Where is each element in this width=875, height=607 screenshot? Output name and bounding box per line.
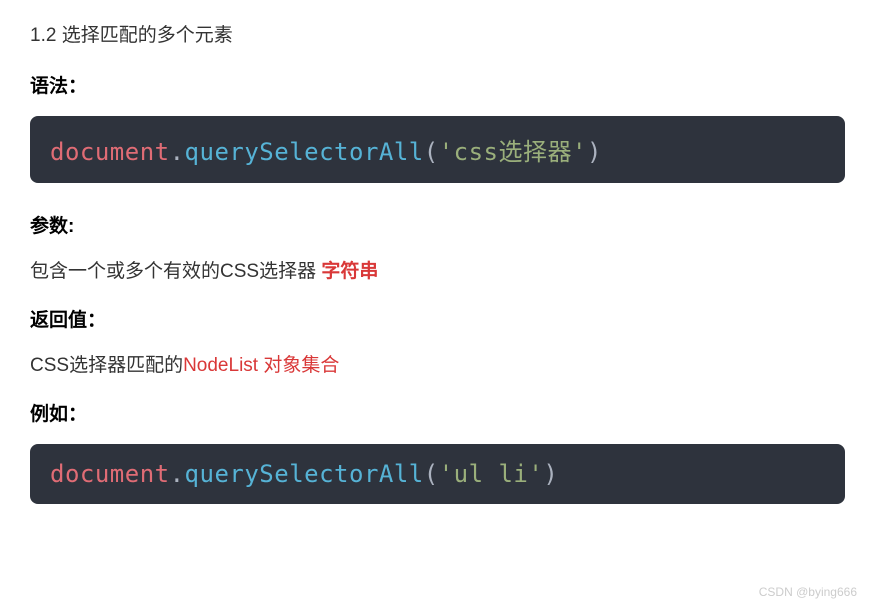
syntax-label: 语法：	[30, 71, 845, 98]
return-text: CSS选择器匹配的NodeList 对象集合	[30, 350, 845, 377]
code-token-string: 'css选择器'	[439, 138, 587, 166]
params-text-prefix: 包含一个或多个有效的CSS选择器	[30, 261, 321, 282]
code-token-dot: .	[170, 138, 185, 166]
params-label: 参数:	[30, 211, 845, 238]
params-text-highlight: 字符串	[321, 261, 378, 282]
code-token-close-paren: )	[587, 138, 602, 166]
params-text: 包含一个或多个有效的CSS选择器 字符串	[30, 256, 845, 283]
return-highlight: NodeList 对象集合	[183, 355, 339, 376]
return-prefix: CSS选择器匹配的	[30, 355, 183, 376]
code-block-example: document.querySelectorAll('ul li')	[30, 444, 845, 504]
code-block-syntax: document.querySelectorAll('css选择器')	[30, 116, 845, 183]
section-title: 1.2 选择匹配的多个元素	[30, 20, 845, 47]
example-label: 例如：	[30, 399, 845, 426]
return-label: 返回值：	[30, 305, 845, 332]
code-token-string: 'ul li'	[439, 460, 544, 488]
code-token-dot: .	[170, 460, 185, 488]
code-token-open-paren: (	[424, 138, 439, 166]
code-token-close-paren: )	[543, 460, 558, 488]
code-token-method: querySelectorAll	[185, 460, 424, 488]
code-token-document: document	[50, 138, 170, 166]
code-token-method: querySelectorAll	[185, 138, 424, 166]
code-token-open-paren: (	[424, 460, 439, 488]
watermark: CSDN @bying666	[759, 585, 857, 599]
code-token-document: document	[50, 460, 170, 488]
